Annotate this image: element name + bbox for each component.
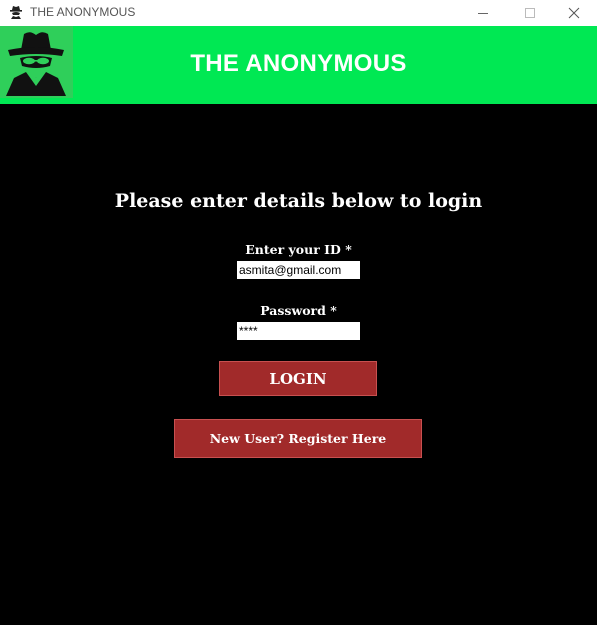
close-icon — [568, 7, 580, 19]
email-field[interactable]: asmita@gmail.com — [237, 261, 360, 279]
maximize-icon — [525, 8, 535, 18]
password-label: Password * — [260, 303, 337, 318]
spy-icon — [8, 4, 24, 20]
id-label: Enter your ID * — [245, 242, 352, 257]
close-button[interactable] — [551, 0, 597, 26]
maximize-button[interactable] — [507, 0, 553, 26]
minimize-icon — [478, 13, 488, 14]
app-header: THE ANONYMOUS — [0, 26, 597, 104]
minimize-button[interactable] — [460, 0, 506, 26]
login-heading: Please enter details below to login — [114, 190, 483, 212]
login-button[interactable]: LOGIN — [219, 361, 377, 396]
app-title: THE ANONYMOUS — [190, 50, 407, 77]
window-titlebar: THE ANONYMOUS — [0, 0, 597, 26]
window-title: THE ANONYMOUS — [30, 5, 136, 19]
register-button[interactable]: New User? Register Here — [174, 419, 422, 458]
password-field[interactable]: **** — [237, 322, 360, 340]
